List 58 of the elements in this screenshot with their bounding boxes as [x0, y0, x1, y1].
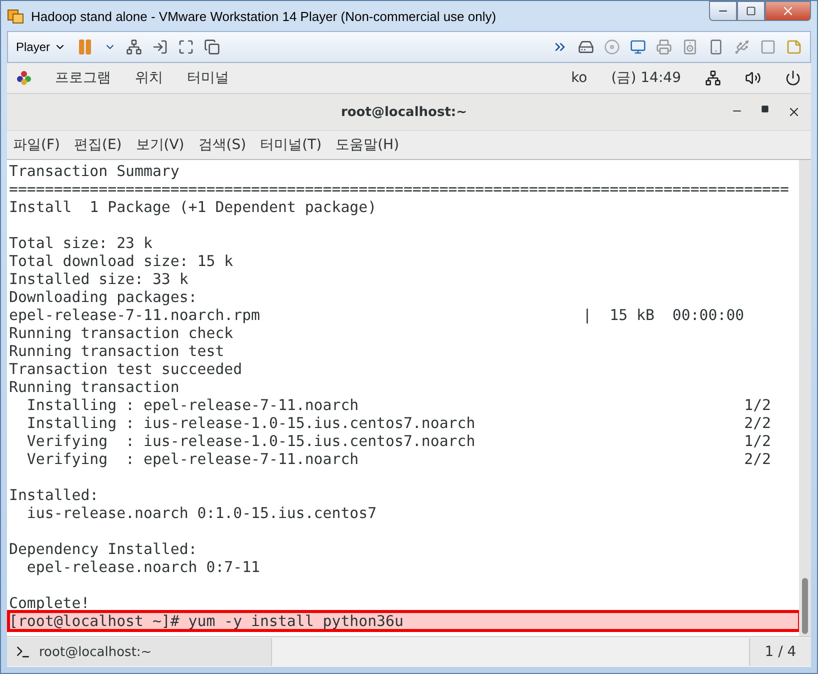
terminal-line: Install 1 Package (+1 Dependent package): [9, 198, 377, 216]
terminal-line: Transaction test succeeded: [9, 360, 242, 378]
taskbar-item[interactable]: root@localhost:~: [7, 638, 272, 666]
terminal-icon: [15, 644, 31, 660]
volume-icon[interactable]: [745, 70, 761, 86]
phone-icon[interactable]: [708, 39, 724, 55]
terminal-line: Downloading packages:: [9, 288, 198, 306]
maximize-icon: [746, 6, 756, 16]
close-icon: [787, 105, 801, 119]
terminal-line: Verifying : ius-release-1.0-15.ius.centos7.noarch 1/2: [26, 432, 772, 450]
highlighted-command: [root@localhost ~]# yum -y install python36u: [9, 612, 799, 630]
power-icon[interactable]: [785, 70, 801, 86]
terminal-line: epel-release-7-11.noarch.rpm | 15 kB 00:00:00: [9, 306, 744, 324]
terminal-line: Verifying : epel-release-7-11.noarch 2/2: [26, 450, 772, 468]
clock[interactable]: (금) 14:49: [611, 69, 681, 87]
terminal-line: =======================================================================================: [9, 180, 789, 198]
terminal-menu[interactable]: 보기(V): [136, 136, 184, 154]
player-menu[interactable]: Player: [16, 40, 66, 54]
terminal-menu[interactable]: 도움말(H): [336, 136, 400, 154]
terminal-menu[interactable]: 편집(E): [74, 136, 122, 154]
usb-icon[interactable]: [734, 39, 750, 55]
terminal-line: Total size: 23 k: [9, 234, 152, 252]
flower-icon: [17, 71, 31, 85]
maximize-button[interactable]: [737, 1, 765, 21]
terminal-line: Running transaction check: [9, 324, 234, 342]
input-method[interactable]: ko: [571, 70, 588, 86]
close-icon: [781, 4, 795, 18]
terminal-line: ius-release.noarch 0:1.0-15.ius.centos7: [26, 504, 377, 522]
terminal-title: root@localhost:~: [340, 104, 468, 120]
printer-icon[interactable]: [656, 39, 672, 55]
network-icon[interactable]: [705, 70, 721, 86]
close-button[interactable]: [787, 105, 801, 119]
terminal-line: Complete!: [9, 594, 90, 612]
top-menu[interactable]: 프로그램: [55, 69, 111, 87]
terminal-line: Installing : epel-release-7-11.noarch 1/2: [26, 396, 772, 414]
terminal-line: epel-release.noarch 0:7-11: [26, 558, 260, 576]
terminal-line: Installed:: [9, 486, 99, 504]
terminal-line: Total download size: 15 k: [9, 252, 234, 270]
workspace-indicator[interactable]: 1 / 4: [749, 638, 811, 666]
scrollbar[interactable]: [799, 160, 811, 636]
top-menu[interactable]: 위치: [135, 69, 163, 87]
top-menu[interactable]: 터미널: [187, 69, 229, 87]
terminal-menu[interactable]: 파일(F): [13, 136, 60, 154]
window-title: Hadoop stand alone - VMware Workstation 14 Player (Non-commercial use only): [31, 8, 498, 24]
monitor-icon[interactable]: [630, 39, 646, 55]
terminal-line: Installing : ius-release-1.0-15.ius.centos7.noarch 2/2: [26, 414, 772, 432]
square-icon[interactable]: [760, 39, 776, 55]
maximize-icon: [761, 105, 769, 113]
terminal-line: Dependency Installed:: [9, 540, 198, 558]
terminal-line: Running transaction: [9, 378, 180, 396]
terminal-line: Transaction Summary: [9, 162, 180, 180]
terminal-menu[interactable]: 터미널(T): [260, 136, 322, 154]
terminal-menu[interactable]: 검색(S): [198, 136, 246, 154]
speaker-icon[interactable]: [682, 39, 698, 55]
fullscreen-icon[interactable]: [178, 39, 194, 55]
network-icon[interactable]: [126, 39, 142, 55]
terminal-line: Running transaction test: [9, 342, 224, 360]
terminal-line: Installed size: 33 k: [9, 270, 188, 288]
